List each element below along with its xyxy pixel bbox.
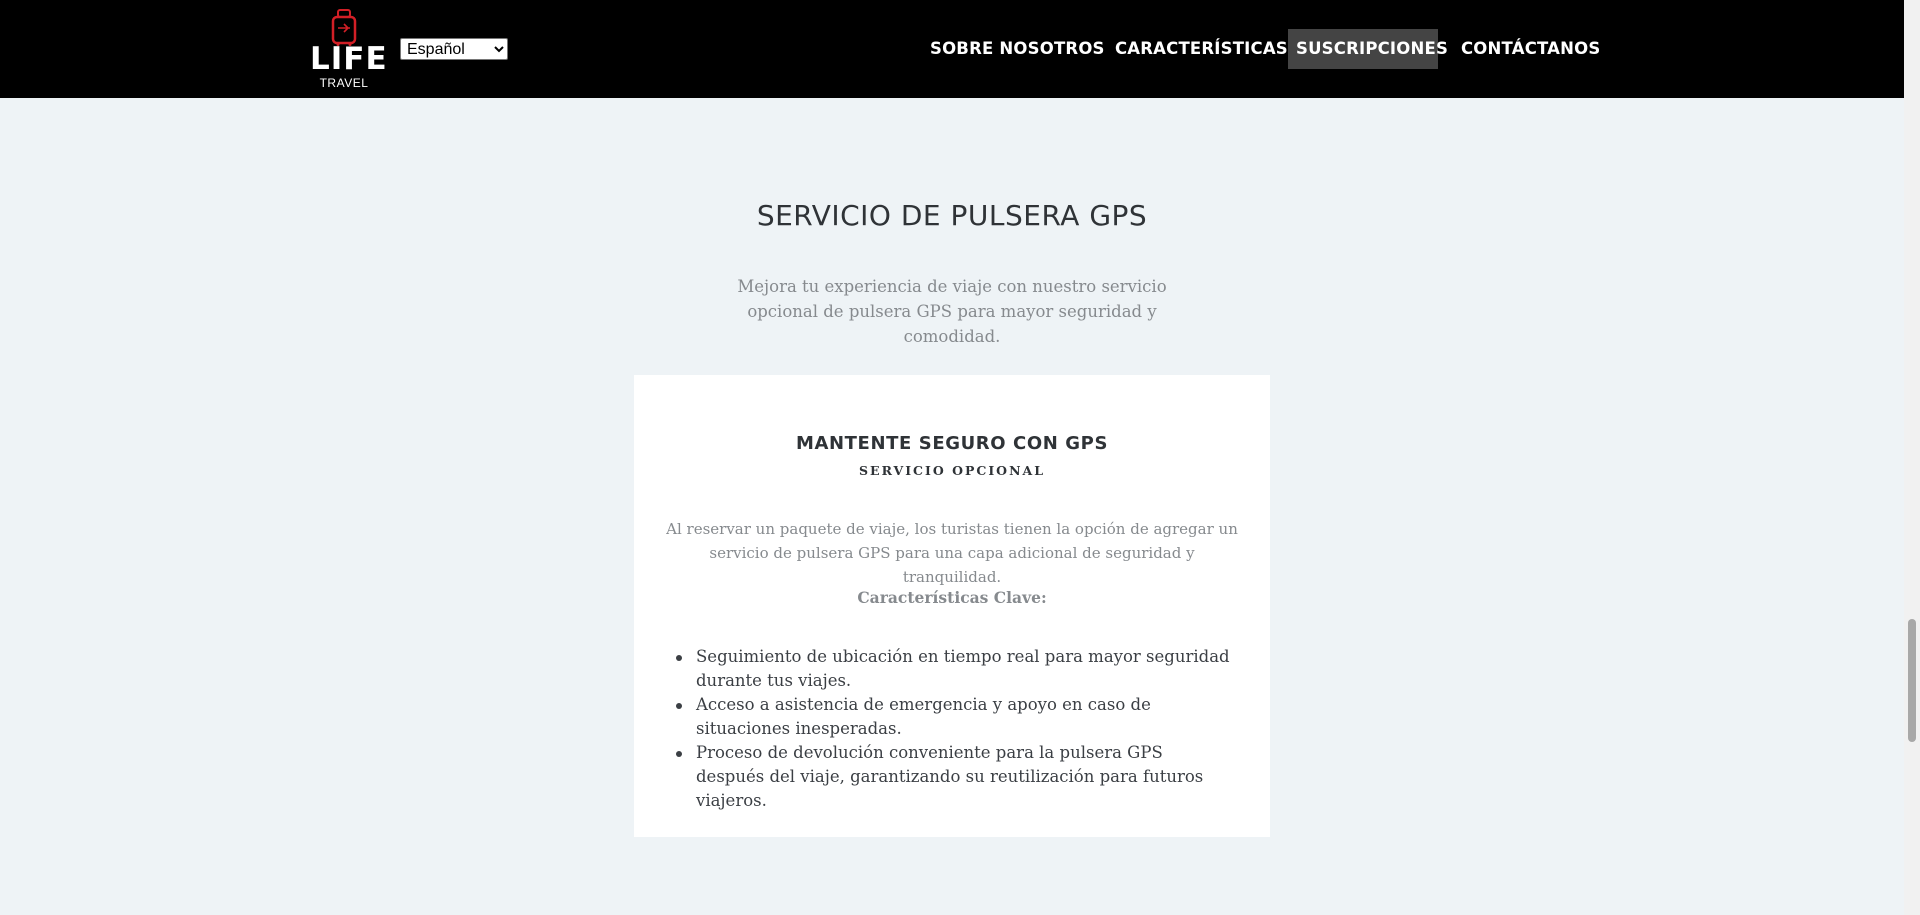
scrollbar-thumb[interactable]	[1908, 619, 1916, 742]
features-list: Seguimiento de ubicación en tiempo real …	[676, 645, 1234, 813]
bullet-icon	[676, 751, 682, 757]
feature-item: Proceso de devolución conveniente para l…	[676, 741, 1234, 813]
nav-item-sobre-nosotros[interactable]: SOBRE NOSOTROS	[922, 29, 1113, 69]
card-title: MANTENTE SEGURO CON GPS	[795, 433, 1109, 454]
main-nav: SOBRE NOSOTROS CARACTERÍSTICAS SUSCRIPCI…	[0, 29, 1904, 69]
feature-item: Seguimiento de ubicación en tiempo real …	[676, 645, 1234, 693]
section-title: SERVICIO DE PULSERA GPS	[756, 199, 1148, 232]
feature-text: Seguimiento de ubicación en tiempo real …	[696, 647, 1230, 690]
page-scrollbar[interactable]	[1904, 0, 1920, 915]
nav-item-contactanos[interactable]: CONTÁCTANOS	[1453, 29, 1608, 69]
card-subtitle: SERVICIO OPCIONAL	[859, 463, 1045, 478]
bullet-icon	[676, 703, 682, 709]
nav-item-caracteristicas[interactable]: CARACTERÍSTICAS	[1107, 29, 1296, 69]
nav-item-suscripciones[interactable]: SUSCRIPCIONES	[1288, 29, 1448, 69]
feature-text: Acceso a asistencia de emergencia y apoy…	[696, 695, 1151, 738]
feature-item: Acceso a asistencia de emergencia y apoy…	[676, 693, 1234, 741]
card-description: Al reservar un paquete de viaje, los tur…	[666, 520, 1238, 586]
site-header: LIFE TRAVEL Español SOBRE NOSOTROS CARAC…	[0, 0, 1904, 98]
features-title: Características Clave:	[857, 588, 1047, 607]
logo-subtitle: TRAVEL	[319, 76, 369, 90]
section-intro: Mejora tu experiencia de viaje con nuest…	[737, 277, 1167, 346]
bullet-icon	[676, 655, 682, 661]
feature-text: Proceso de devolución conveniente para l…	[696, 743, 1204, 810]
page: LIFE TRAVEL Español SOBRE NOSOTROS CARAC…	[0, 0, 1904, 915]
gps-service-card: MANTENTE SEGURO CON GPS SERVICIO OPCIONA…	[634, 375, 1270, 837]
